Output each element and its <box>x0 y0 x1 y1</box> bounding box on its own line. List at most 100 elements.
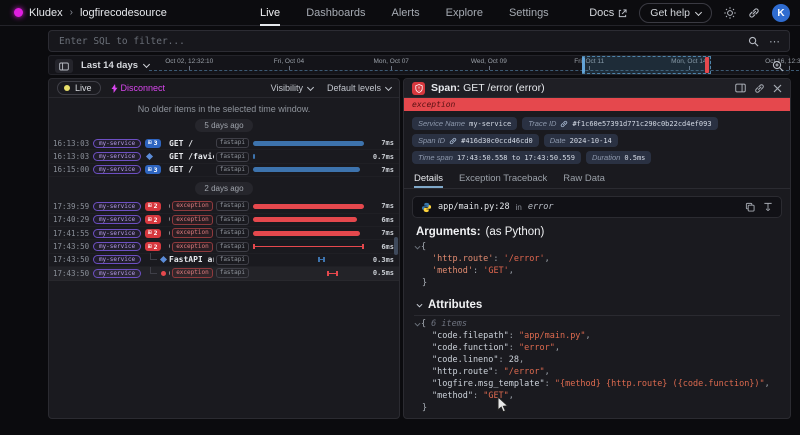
code-comma: , <box>509 265 514 277</box>
child-count-badge[interactable]: ⊞2 <box>145 215 161 224</box>
meta-value: #f1c60e57391d771c290c0b22cd4ef093 <box>572 120 711 128</box>
code-colon: : <box>509 330 519 342</box>
tab-settings[interactable]: Settings <box>509 0 549 26</box>
search-icon[interactable] <box>748 36 759 47</box>
scrollbar-thumb[interactable] <box>394 237 398 255</box>
copy-icon[interactable] <box>745 202 755 212</box>
child-count-badge[interactable]: ⊞2 <box>145 242 161 251</box>
logfire-logo-icon <box>14 8 23 17</box>
duration-label: 7ms <box>371 229 399 237</box>
row-tags: exceptionfastapi <box>172 201 249 211</box>
tag-fastapi: fastapi <box>216 215 249 225</box>
share-link-button[interactable] <box>748 7 760 19</box>
tab-explore[interactable]: Explore <box>446 0 483 26</box>
span-diamond-icon <box>160 256 167 263</box>
trace-row[interactable]: 17:43:50my-service⊞2GET /errorexceptionf… <box>49 240 399 253</box>
child-count-badge[interactable]: ⊞2 <box>145 229 161 238</box>
timeline-tick-mark <box>189 66 190 70</box>
attributes-heading[interactable]: Attributes <box>416 299 778 311</box>
trace-row[interactable]: 16:13:03my-service⊞3GET /fastapi7ms <box>49 137 399 150</box>
get-help-label: Get help <box>650 7 690 19</box>
trace-row[interactable]: 17:41:55my-service⊞2GET /errorexceptionf… <box>49 227 399 240</box>
service-tag: my-service <box>93 202 141 211</box>
sidebar-toggle-button[interactable] <box>55 59 73 73</box>
meta-label: Time span <box>418 153 453 162</box>
row-tags: fastapi <box>216 152 249 162</box>
service-tag: my-service <box>93 215 141 224</box>
sql-more-button[interactable]: ⋯ <box>769 35 781 48</box>
trace-row[interactable]: 17:40:29my-service⊞2GET /errorexceptionf… <box>49 214 399 227</box>
visibility-dropdown[interactable]: Visibility <box>271 83 313 93</box>
meta-time-span: Time span17:43:50.558 to 17:43:50.559 <box>412 151 581 164</box>
tab-alerts[interactable]: Alerts <box>392 0 420 26</box>
timeline-plot[interactable]: Oct 02, 12:32:10Fri, Oct 04Mon, Oct 07We… <box>149 56 800 74</box>
detail-tabs: Details Exception Traceback Raw Data <box>404 170 790 189</box>
code-entry-line: "method": "GET", <box>414 390 778 402</box>
trace-row[interactable]: 17:39:59my-service⊞2GET /errorexceptionf… <box>49 200 399 213</box>
row-middle: GET /error (error)exceptionfastapi <box>169 268 249 278</box>
tab-dashboards[interactable]: Dashboards <box>306 0 365 26</box>
collapse-caret-icon[interactable] <box>414 244 421 251</box>
child-count-badge[interactable]: ⊞2 <box>145 202 161 211</box>
duration-bar <box>253 244 364 249</box>
tab-details[interactable]: Details <box>414 170 443 188</box>
tab-exception-traceback[interactable]: Exception Traceback <box>459 170 547 188</box>
tab-live[interactable]: Live <box>260 0 280 26</box>
duration-label: 7ms <box>371 139 399 147</box>
timestamp: 17:40:29 <box>53 215 93 224</box>
span-title-text: GET /error (error) <box>463 82 544 94</box>
timeline-selection[interactable] <box>582 56 711 74</box>
docs-link[interactable]: Docs <box>589 7 627 19</box>
marker-cell: ⊞2 <box>145 202 169 211</box>
time-range-selector[interactable]: Last 14 days <box>81 56 149 74</box>
row-middle: GET /favicon.icofastapi <box>169 152 249 162</box>
project-name[interactable]: logfirecodesource <box>80 7 167 19</box>
attributes-heading-label: Attributes <box>428 299 482 311</box>
selection-left-handle[interactable] <box>582 57 585 73</box>
nav-right: Docs Get help K <box>589 0 790 26</box>
child-count-badge[interactable]: ⊞3 <box>145 165 161 174</box>
tab-raw-data[interactable]: Raw Data <box>563 170 605 188</box>
trace-row[interactable]: 17:43:50my-serviceGET /error (error)exce… <box>49 267 399 280</box>
disconnect-button[interactable]: Disconnect <box>111 83 166 93</box>
get-help-button[interactable]: Get help <box>639 3 712 23</box>
link-icon[interactable] <box>754 83 765 94</box>
org-name[interactable]: Kludex <box>29 7 63 19</box>
timeline-zoom-button[interactable] <box>772 59 784 77</box>
chevron-down-icon <box>385 83 392 90</box>
trace-row[interactable]: 17:43:50my-serviceFastAPI argumentsfasta… <box>49 254 399 267</box>
default-levels-dropdown[interactable]: Default levels <box>327 83 391 93</box>
close-icon[interactable] <box>773 84 782 93</box>
marker-cell: ⊞3 <box>145 139 169 148</box>
live-toggle-button[interactable]: Live <box>57 81 101 95</box>
selection-error-marker[interactable] <box>705 57 709 73</box>
user-avatar[interactable]: K <box>772 4 790 22</box>
dock-panel-icon[interactable] <box>735 83 746 93</box>
meta-date: Date2024-10-14 <box>544 134 618 147</box>
trace-row[interactable]: 16:15:00my-service⊞3GET /fastapi7ms <box>49 164 399 177</box>
sql-filter-input[interactable] <box>57 35 748 48</box>
error-shield-icon <box>412 82 425 95</box>
trace-row[interactable]: 16:13:03my-serviceGET /favicon.icofastap… <box>49 150 399 163</box>
meta-label: Date <box>550 136 566 145</box>
code-value: "GET" <box>483 390 509 402</box>
code-comma: , <box>765 378 770 390</box>
timeline-tick-mark <box>489 66 490 70</box>
duration-bar <box>253 231 360 236</box>
span-title: GET /error <box>169 242 170 251</box>
open-source-icon[interactable] <box>763 202 773 212</box>
meta-trace-id[interactable]: Trace ID#f1c60e57391d771c290c0b22cd4ef09… <box>522 117 717 130</box>
child-count-badge[interactable]: ⊞3 <box>145 139 161 148</box>
code-comma: , <box>545 253 550 265</box>
collapse-caret-icon[interactable] <box>414 321 421 328</box>
python-icon <box>421 202 432 213</box>
code-location-card[interactable]: app/main.py:28 in error <box>412 196 782 218</box>
duration-bar <box>253 167 360 172</box>
timeline-tick-mark <box>289 66 290 70</box>
timeline-bar: Last 14 days Oct 02, 12:32:10Fri, Oct 04… <box>48 55 790 75</box>
disconnect-label: Disconnect <box>121 83 166 93</box>
row-middle: GET /errorexceptionfastapi <box>169 201 249 211</box>
meta-span-id[interactable]: Span ID#416d30c0ccd46cd0 <box>412 134 539 147</box>
code-entry-line: "logfire.msg_template": "{method} {http.… <box>414 378 778 390</box>
theme-toggle-button[interactable] <box>724 7 736 19</box>
